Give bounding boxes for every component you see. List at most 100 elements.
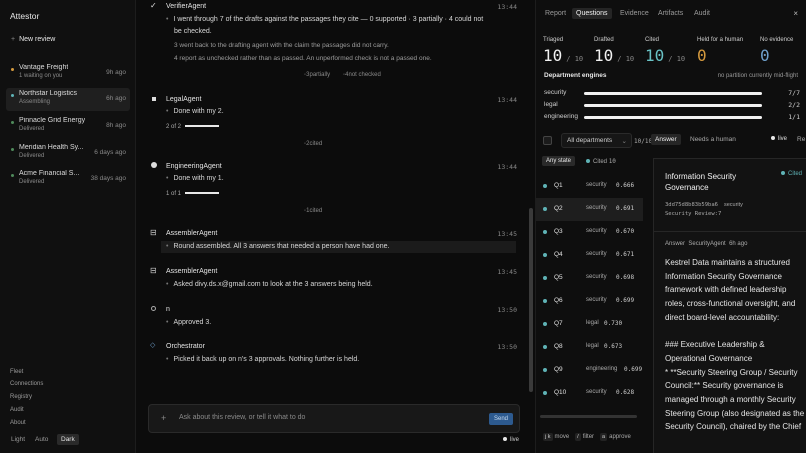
- department-progress-fill: [584, 116, 762, 119]
- tab-needs-human[interactable]: Needs a human: [690, 136, 736, 143]
- question-row[interactable]: Q6 security 0.699: [536, 290, 643, 313]
- stat-of: / 10: [566, 55, 584, 63]
- horizontal-scrollbar[interactable]: [540, 415, 637, 418]
- live-indicator[interactable]: live: [503, 437, 519, 443]
- stat-of: / 10: [668, 55, 686, 63]
- tab-audit[interactable]: Audit: [694, 10, 710, 17]
- question-dept: security: [586, 182, 607, 188]
- project-item[interactable]: Meridian Health Sy... Delivered 6 days ago: [6, 142, 130, 165]
- status-chip[interactable]: ◦4not checked: [343, 72, 381, 78]
- question-dept: security: [586, 274, 607, 280]
- progress: 1 of 1: [166, 191, 220, 197]
- department-row: legal 2/2: [544, 101, 800, 111]
- tab-report[interactable]: Report: [545, 10, 566, 17]
- stat-value: 0: [760, 46, 770, 65]
- sidebar-item-connections[interactable]: Connections: [10, 381, 43, 387]
- project-item[interactable]: Vantage Freight 1 waiting on you 9h ago: [6, 62, 130, 85]
- project-name: Vantage Freight: [19, 64, 69, 71]
- question-row[interactable]: Q1 security 0.666: [536, 175, 643, 198]
- department-name: engineering: [544, 113, 578, 120]
- project-status: Delivered: [19, 126, 45, 132]
- project-item[interactable]: Pinnacle Grid Energy Delivered 8h ago: [6, 115, 130, 138]
- stat-of: / 10: [617, 55, 635, 63]
- department-name: security: [544, 89, 567, 96]
- question-id: Q10: [554, 389, 567, 396]
- question-row[interactable]: Q5 security 0.698: [536, 267, 643, 290]
- department-progress: [584, 104, 762, 107]
- question-dept: security: [586, 205, 607, 211]
- event-line: • Round assembled. All 3 answers that nee…: [166, 243, 390, 250]
- plus-icon[interactable]: +: [161, 413, 166, 423]
- stat-value: 0: [697, 46, 707, 65]
- tab-answer[interactable]: Answer: [651, 134, 681, 145]
- tab-evidence[interactable]: Evidence: [620, 10, 649, 17]
- detail-meta: 3dd75d8b83b59ba6 security Security Review…: [665, 201, 743, 219]
- answer-meta: Answer SecurityAgent 6h ago: [665, 241, 748, 247]
- stat-cited: Cited 10/ 10: [645, 37, 685, 65]
- question-row[interactable]: Q9 engineering 0.699: [536, 359, 643, 382]
- shortcut-key: /: [575, 433, 581, 441]
- project-age: 6h ago: [106, 95, 126, 102]
- new-review-label: New review: [19, 36, 56, 43]
- tab-artifacts[interactable]: Artifacts: [658, 10, 683, 17]
- question-score: 0.699: [616, 297, 635, 304]
- sidebar-item-registry[interactable]: Registry: [10, 394, 32, 400]
- event-line: • Picked it back up on n's 3 approvals. N…: [166, 356, 360, 363]
- any-state-filter[interactable]: Any state: [542, 156, 576, 166]
- question-id: Q1: [554, 182, 563, 189]
- project-item[interactable]: Northstar Logistics Assembling 6h ago: [6, 88, 130, 111]
- event-line: be checked.: [174, 28, 212, 35]
- send-button[interactable]: Send: [488, 413, 513, 425]
- stat-number: 10: [594, 46, 614, 65]
- progress-bar: [185, 192, 220, 195]
- answer-body: Kestrel Data maintains a structured Info…: [665, 258, 805, 432]
- status-chip[interactable]: ◦1cited: [304, 208, 322, 214]
- question-id: Q9: [554, 366, 563, 373]
- department-select[interactable]: All departments ⌄: [561, 133, 632, 148]
- sidebar-item-fleet[interactable]: Fleet: [10, 369, 23, 375]
- question-row[interactable]: Q2 security 0.691: [536, 198, 643, 221]
- question-score: 0.671: [616, 251, 635, 258]
- question-row[interactable]: Q3 security 0.670: [536, 221, 643, 244]
- select-all-checkbox[interactable]: [543, 136, 552, 145]
- cited-filter[interactable]: Cited 10: [586, 158, 616, 165]
- event-agent: LegalAgent: [166, 96, 202, 103]
- question-dept: security: [586, 228, 607, 234]
- project-item[interactable]: Acme Financial S... Delivered 38 days ago: [6, 168, 130, 191]
- departments-note: no partition currently mid-flight: [717, 73, 798, 79]
- new-review-button[interactable]: + New review: [11, 36, 55, 43]
- question-score: 0.698: [616, 274, 635, 281]
- status-chip[interactable]: ◦3partially: [304, 72, 330, 78]
- theme-light[interactable]: Light: [11, 436, 25, 443]
- tab-questions[interactable]: Questions: [572, 8, 612, 19]
- divider: [654, 231, 806, 232]
- tab-re[interactable]: Re: [797, 136, 805, 143]
- stat-held-for-a-human: Held for a human 0: [697, 37, 743, 65]
- question-row[interactable]: Q4 security 0.671: [536, 244, 643, 267]
- theme-dark[interactable]: Dark: [57, 434, 79, 445]
- stat-no-evidence: No evidence 0: [760, 37, 794, 65]
- detail-ref: Security Review:7: [665, 211, 722, 217]
- composer-input[interactable]: Ask about this review, or tell it what t…: [179, 414, 305, 421]
- sidebar-item-audit[interactable]: Audit: [10, 407, 24, 413]
- theme-auto[interactable]: Auto: [35, 436, 48, 443]
- status-chip[interactable]: ◦2cited: [304, 141, 322, 147]
- close-icon[interactable]: ×: [793, 9, 798, 18]
- cited-dot-icon: [543, 368, 547, 372]
- question-row[interactable]: Q7 legal 0.730: [536, 313, 643, 336]
- detail-dept: security: [723, 202, 743, 208]
- sidebar-item-about[interactable]: About: [10, 420, 26, 426]
- live-toggle[interactable]: live: [771, 136, 787, 142]
- department-progress-fill: [584, 104, 762, 107]
- stat-number: 0: [697, 46, 707, 65]
- question-row[interactable]: Q8 legal 0.673: [536, 336, 643, 359]
- timeline-scrollbar[interactable]: [529, 208, 533, 392]
- stat-label: No evidence: [760, 37, 794, 43]
- event-line: • I went through 7 of the drafts against …: [166, 16, 484, 23]
- event-time: 13:50: [497, 343, 517, 351]
- question-row[interactable]: Q10 security 0.628: [536, 382, 643, 405]
- progress-bar: [185, 125, 220, 128]
- project-status: Delivered: [19, 153, 45, 159]
- event-time: 13:50: [497, 306, 517, 314]
- app-title: Attestor: [10, 11, 40, 21]
